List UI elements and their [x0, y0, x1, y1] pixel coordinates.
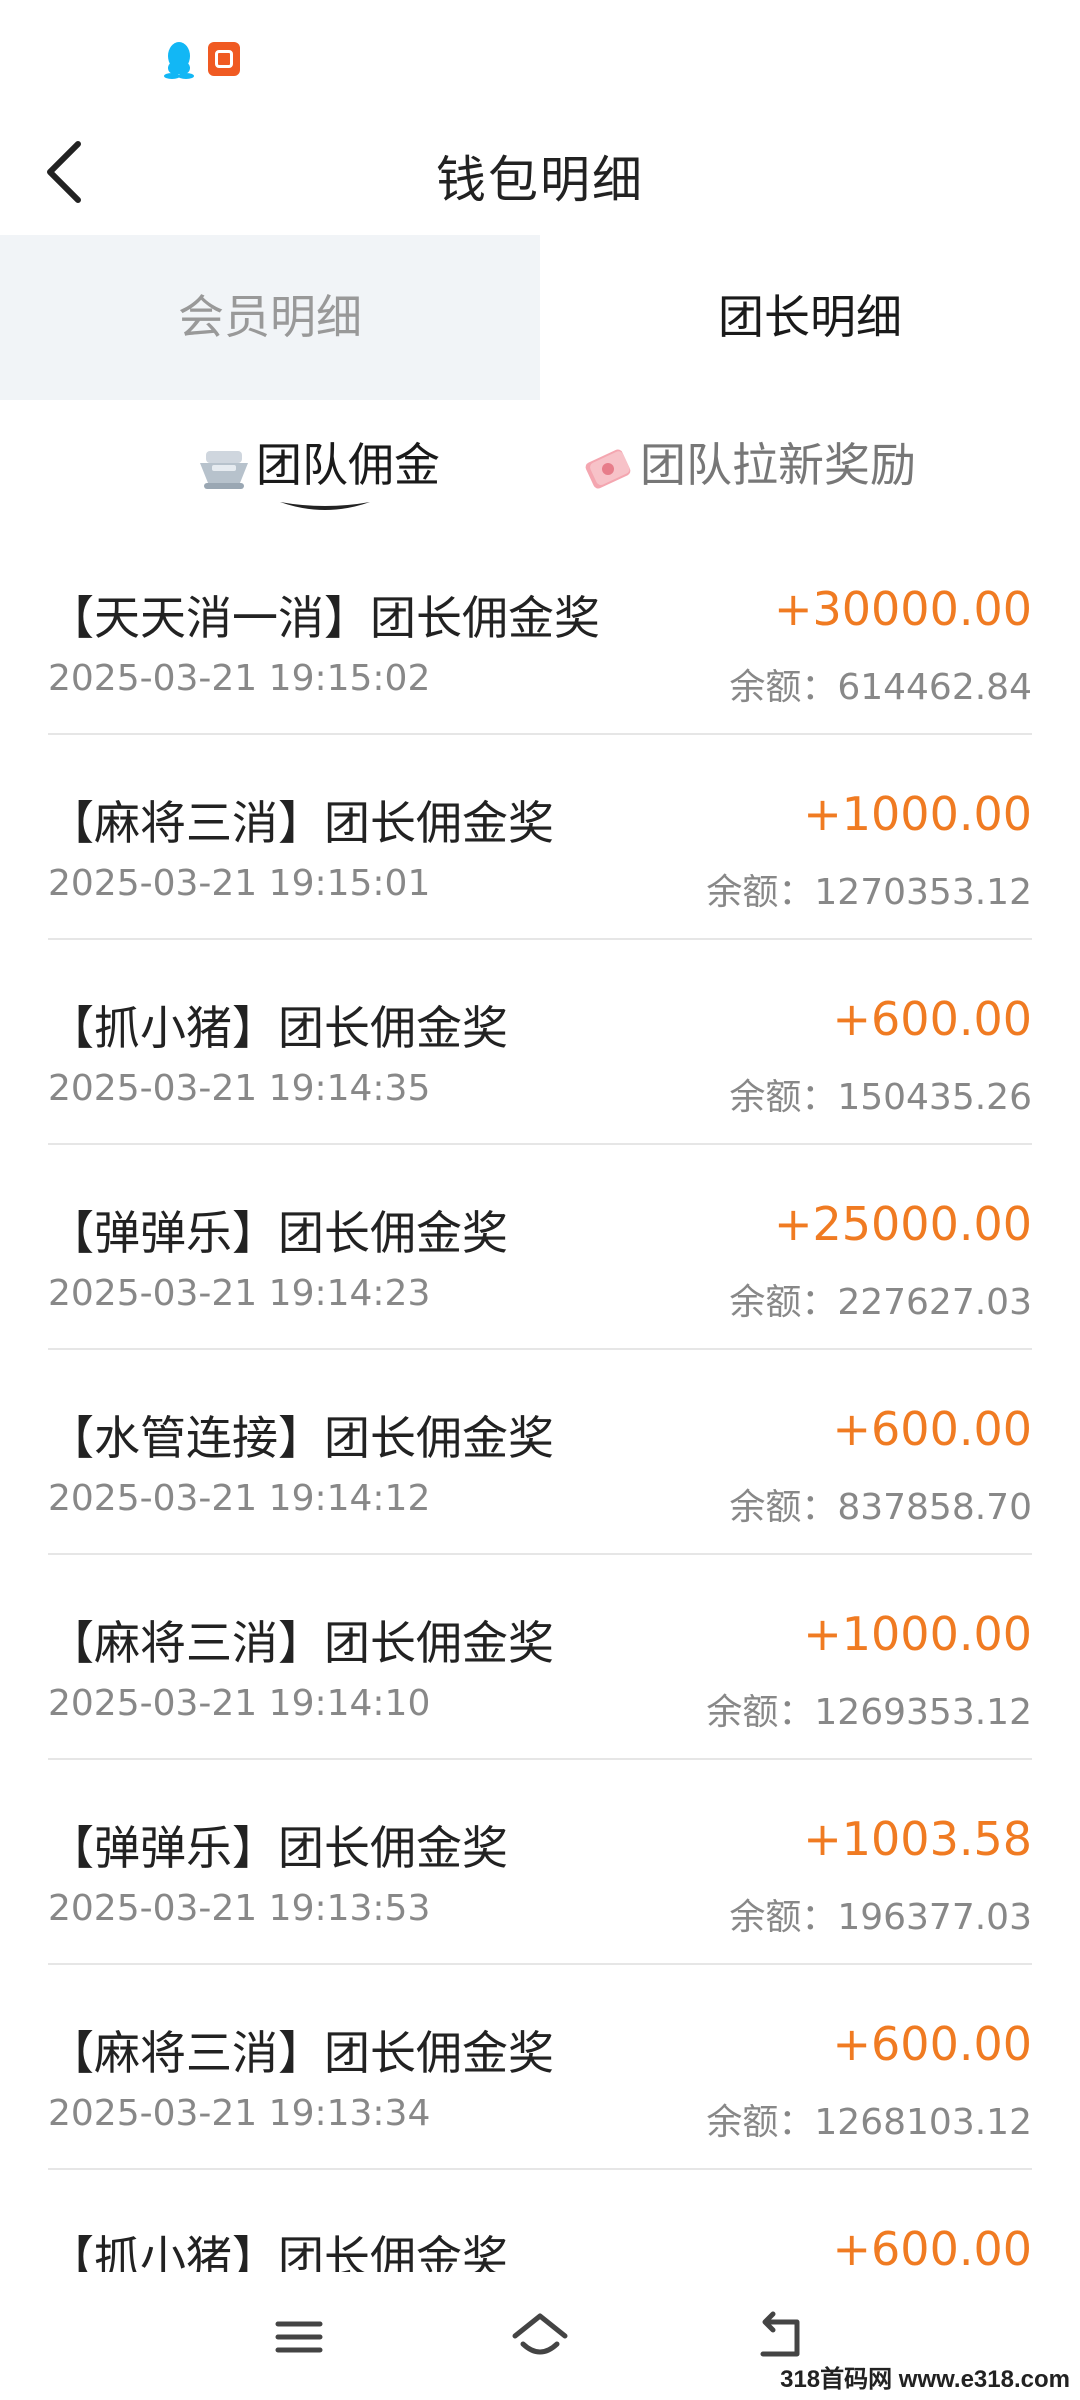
active-subtab-indicator: [280, 502, 370, 510]
subtab-team-commission[interactable]: 团队佣金: [198, 430, 440, 500]
transaction-row[interactable]: 【麻将三消】团长佣金奖 2025-03-21 19:15:01 +1000.00…: [0, 735, 1080, 940]
transaction-title: 【弹弹乐】团长佣金奖: [48, 1206, 508, 1260]
transaction-title: 【麻将三消】团长佣金奖: [48, 2026, 554, 2080]
subtab-team-commission-label: 团队佣金: [256, 438, 440, 492]
transaction-row[interactable]: 【水管连接】团长佣金奖 2025-03-21 19:14:12 +600.00 …: [0, 1350, 1080, 1555]
transaction-time: 2025-03-21 19:14:10: [48, 1683, 431, 1724]
transaction-amount: +600.00: [832, 1402, 1033, 1456]
transaction-time: 2025-03-21 19:13:53: [48, 1888, 431, 1929]
transaction-balance: 余额：1268103.12: [706, 2102, 1032, 2143]
transaction-amount: +600.00: [832, 2222, 1033, 2272]
transaction-row[interactable]: 【抓小猪】团长佣金奖 2025-03-21 19:14:35 +600.00 余…: [0, 940, 1080, 1145]
transaction-time: 2025-03-21 19:14:12: [48, 1478, 431, 1519]
transaction-row[interactable]: 【天天消一消】团长佣金奖 2025-03-21 19:15:02 +30000.…: [0, 530, 1080, 735]
qq-icon: [164, 42, 194, 79]
transaction-row[interactable]: 【抓小猪】团长佣金奖 +600.00: [0, 2170, 1080, 2272]
transaction-time: 2025-03-21 19:14:35: [48, 1068, 431, 1109]
page-title: 钱包明细: [436, 151, 644, 209]
status-bar: [0, 0, 1080, 110]
transaction-amount: +600.00: [832, 2017, 1033, 2071]
transaction-balance: 余额：1270353.12: [706, 872, 1032, 913]
transaction-balance: 余额：196377.03: [729, 1897, 1032, 1938]
transaction-title: 【水管连接】团长佣金奖: [48, 1411, 554, 1465]
tab-member-details[interactable]: 会员明细: [0, 235, 540, 400]
sub-tabs: 团队佣金 团队拉新奖励: [0, 400, 1080, 530]
home-icon[interactable]: [505, 2302, 575, 2372]
tab-leader-details[interactable]: 团长明细: [540, 235, 1080, 400]
transaction-balance: 余额：837858.70: [729, 1487, 1032, 1528]
transaction-time: 2025-03-21 19:14:23: [48, 1273, 431, 1314]
transaction-time: 2025-03-21 19:15:01: [48, 863, 431, 904]
transaction-title: 【麻将三消】团长佣金奖: [48, 796, 554, 850]
nav-bar: 钱包明细: [0, 110, 1080, 236]
transaction-balance: 余额：227627.03: [729, 1282, 1032, 1323]
transaction-title: 【天天消一消】团长佣金奖: [48, 591, 600, 645]
transaction-balance: 余额：1269353.12: [706, 1692, 1032, 1733]
transaction-balance: 余额：150435.26: [729, 1077, 1032, 1118]
transaction-time: 2025-03-21 19:13:34: [48, 2093, 431, 2134]
app-notification-icon: [208, 42, 240, 76]
subtab-team-recruit-reward[interactable]: 团队拉新奖励: [582, 430, 916, 500]
transaction-title: 【抓小猪】团长佣金奖: [48, 2231, 508, 2272]
watermark: 318首码网 www.e318.com: [780, 2366, 1070, 2393]
ingot-icon: [200, 450, 248, 489]
money-icon: [585, 449, 631, 488]
transaction-row[interactable]: 【弹弹乐】团长佣金奖 2025-03-21 19:13:53 +1003.58 …: [0, 1760, 1080, 1965]
transaction-time: 2025-03-21 19:15:02: [48, 658, 431, 699]
detail-tabs: 会员明细 团长明细: [0, 235, 1080, 400]
transaction-amount: +600.00: [832, 992, 1033, 1046]
transaction-list[interactable]: 【天天消一消】团长佣金奖 2025-03-21 19:15:02 +30000.…: [0, 530, 1080, 2272]
transaction-amount: +30000.00: [773, 582, 1032, 636]
transaction-title: 【弹弹乐】团长佣金奖: [48, 1821, 508, 1875]
transaction-amount: +25000.00: [773, 1197, 1032, 1251]
transaction-amount: +1000.00: [803, 1607, 1032, 1661]
transaction-title: 【抓小猪】团长佣金奖: [48, 1001, 508, 1055]
transaction-title: 【麻将三消】团长佣金奖: [48, 1616, 554, 1670]
transaction-row[interactable]: 【麻将三消】团长佣金奖 2025-03-21 19:14:10 +1000.00…: [0, 1555, 1080, 1760]
menu-icon[interactable]: [264, 2302, 334, 2372]
transaction-balance: 余额：614462.84: [729, 667, 1032, 708]
transaction-amount: +1003.58: [803, 1812, 1032, 1866]
transaction-row[interactable]: 【弹弹乐】团长佣金奖 2025-03-21 19:14:23 +25000.00…: [0, 1145, 1080, 1350]
subtab-team-recruit-reward-label: 团队拉新奖励: [640, 438, 916, 492]
transaction-amount: +1000.00: [803, 787, 1032, 841]
transaction-row[interactable]: 【麻将三消】团长佣金奖 2025-03-21 19:13:34 +600.00 …: [0, 1965, 1080, 2170]
